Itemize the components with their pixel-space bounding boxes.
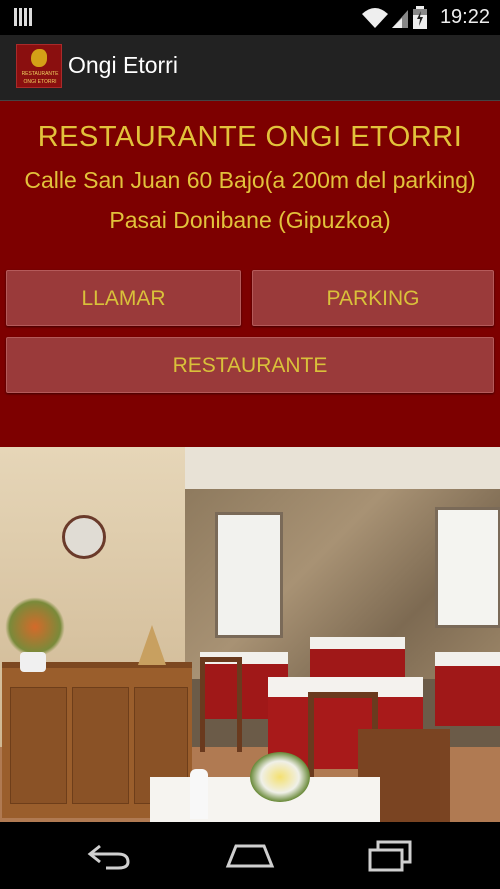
app-title: Ongi Etorri: [68, 52, 178, 78]
parking-button[interactable]: PARKING: [252, 270, 494, 326]
lion-icon: [31, 49, 47, 67]
address-line1: Calle San Juan 60 Bajo(a 200m del parkin…: [24, 167, 476, 193]
action-bar: RESTAURANTE ONGI ETORRI Ongi Etorri: [0, 35, 500, 101]
address-line2: Pasai Donibane (Gipuzkoa): [109, 207, 391, 233]
logo-line2: ONGI ETORRI: [23, 79, 57, 85]
restaurant-button[interactable]: RESTAURANTE: [6, 337, 494, 393]
signal-icon: [392, 10, 408, 28]
logo-line1: RESTAURANTE: [21, 71, 59, 77]
home-icon[interactable]: [224, 840, 276, 870]
app-logo[interactable]: RESTAURANTE ONGI ETORRI: [16, 44, 62, 88]
status-bar: 19:22: [0, 0, 500, 35]
restaurant-photo: [0, 447, 500, 822]
clock: 19:22: [439, 6, 490, 28]
recent-apps-icon[interactable]: [366, 840, 414, 872]
restaurant-name: RESTAURANTE ONGI ETORRI: [37, 121, 463, 153]
call-button[interactable]: LLAMAR: [6, 270, 241, 326]
info-panel: RESTAURANTE ONGI ETORRI Calle San Juan 6…: [0, 101, 500, 447]
notification-icon: [14, 8, 34, 26]
navigation-bar: [0, 822, 500, 889]
battery-icon: [413, 6, 427, 29]
wifi-icon: [362, 8, 388, 28]
back-icon[interactable]: [86, 840, 134, 870]
